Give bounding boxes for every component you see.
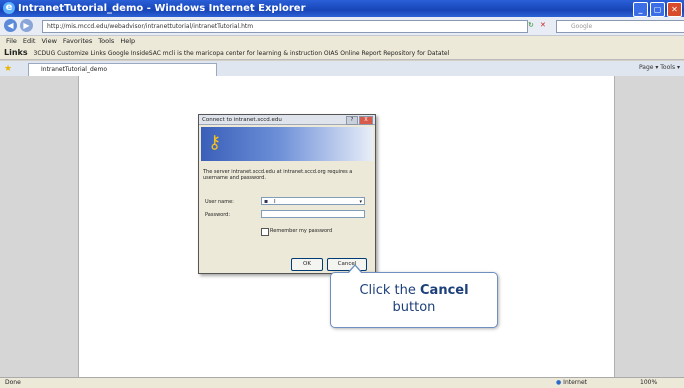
keys-icon: ⚷ <box>208 132 222 153</box>
page-tools-menu[interactable]: Page ▾ Tools ▾ <box>639 64 680 71</box>
menu-edit[interactable]: Edit <box>23 36 36 47</box>
right-margin <box>614 76 684 377</box>
back-icon[interactable]: ◀ <box>4 19 17 32</box>
address-toolbar: ◀ ▶ http://mis.mccd.edu/webadvisor/intra… <box>0 17 684 36</box>
menu-favorites[interactable]: Favorites <box>63 36 92 47</box>
tab-intranet-tutorial[interactable]: IntranetTutorial_demo <box>28 63 217 76</box>
dialog-titlebar: Connect to intranet.sccd.edu ? X <box>199 115 375 125</box>
tab-label: IntranetTutorial_demo <box>41 66 107 73</box>
remember-checkbox[interactable] <box>261 228 269 236</box>
remember-label: Remember my password <box>270 228 333 234</box>
callout-text-bold: Cancel <box>420 283 469 298</box>
password-field[interactable] <box>261 210 365 218</box>
stop-icon[interactable]: ✕ <box>540 21 546 29</box>
status-bar: Done ● Internet 100% <box>0 377 684 388</box>
dialog-message: The server intranet.sccd.edu at intranet… <box>203 169 353 181</box>
address-input[interactable]: http://mis.mccd.edu/webadvisor/intranett… <box>42 20 528 33</box>
globe-icon: ● <box>556 379 562 386</box>
minimize-button[interactable]: _ <box>633 2 648 17</box>
left-margin <box>0 76 79 377</box>
close-button[interactable]: ✕ <box>667 2 682 17</box>
password-label: Password: <box>205 212 231 218</box>
favorites-star-icon[interactable]: ★ <box>4 64 12 74</box>
username-value: I <box>274 199 276 205</box>
instruction-callout: Click the Cancel button <box>330 264 498 328</box>
username-label: User name: <box>205 199 234 205</box>
menu-tools[interactable]: Tools <box>98 36 114 47</box>
links-bar: Links 3CDUG Customize Links Google Insid… <box>0 47 684 60</box>
user-icon: ▪ <box>264 198 269 205</box>
refresh-icon[interactable]: ↻ <box>528 21 534 29</box>
menu-view[interactable]: View <box>41 36 56 47</box>
dialog-close-button[interactable]: X <box>359 116 373 125</box>
links-label: Links <box>4 48 28 57</box>
links-items[interactable]: 3CDUG Customize Links Google InsideSAC m… <box>34 50 450 57</box>
ie-logo-icon: e <box>3 2 15 14</box>
dialog-title: Connect to intranet.sccd.edu <box>202 117 282 123</box>
menu-help[interactable]: Help <box>120 36 135 47</box>
tab-bar: ★ IntranetTutorial_demo Page ▾ Tools ▾ <box>0 61 684 77</box>
ok-button[interactable]: OK <box>291 258 323 271</box>
dialog-help-button[interactable]: ? <box>346 116 358 125</box>
window-title: IntranetTutorial_demo - Windows Internet… <box>18 3 306 14</box>
menu-bar: File Edit View Favorites Tools Help <box>0 36 684 47</box>
search-input[interactable]: Google <box>556 20 684 33</box>
forward-icon[interactable]: ▶ <box>20 19 33 32</box>
callout-text-line2: button <box>392 300 436 315</box>
callout-text-pre: Click the <box>359 283 421 298</box>
dropdown-arrow-icon[interactable]: ▾ <box>359 198 362 206</box>
menu-file[interactable]: File <box>6 36 17 47</box>
window-titlebar: e IntranetTutorial_demo - Windows Intern… <box>0 0 684 17</box>
username-field[interactable]: ▪ I ▾ <box>261 197 365 205</box>
connect-dialog: Connect to intranet.sccd.edu ? X ⚷ The s… <box>198 114 376 274</box>
dialog-banner: ⚷ <box>201 127 373 161</box>
zone-label: Internet <box>563 379 587 386</box>
maximize-button[interactable]: ▢ <box>650 2 665 17</box>
